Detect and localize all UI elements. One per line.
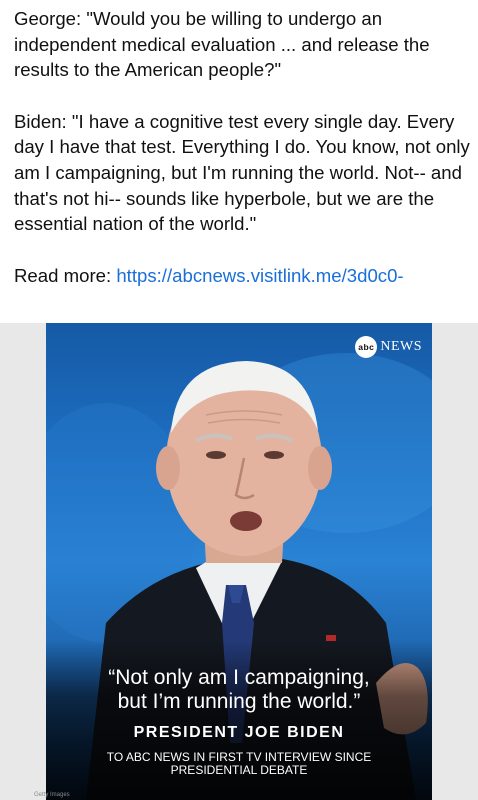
read-more-line: Read more: https://abcnews.visitlink.me/…	[14, 263, 470, 289]
context-line-2: PRESIDENTIAL DEBATE	[170, 763, 308, 777]
post-body: George: "Would you be willing to undergo…	[14, 6, 470, 288]
abc-news-wordmark: NEWS	[380, 339, 422, 354]
read-more-label: Read more:	[14, 264, 112, 286]
abc-badge-icon: abc	[355, 336, 378, 358]
news-photo[interactable]: abc NEWS “Not only am I campaigning, but…	[46, 323, 432, 800]
speaker-name: PRESIDENT JOE BIDEN	[133, 724, 345, 741]
quote-line-2: but I’m running the world.”	[117, 690, 361, 713]
photo-credit: Getty Images	[34, 792, 70, 798]
quote-caption: “Not only am I campaigning, but I’m runn…	[46, 666, 432, 714]
post-question-text: George: "Would you be willing to undergo…	[14, 8, 430, 81]
quote-line-1: “Not only am I campaigning,	[108, 666, 370, 689]
post-image-container[interactable]: abc NEWS “Not only am I campaigning, but…	[0, 323, 478, 800]
read-more-link[interactable]: https://abcnews.visitlink.me/3d0c0-	[116, 265, 403, 286]
interview-context: TO ABC NEWS IN FIRST TV INTERVIEW SINCE …	[46, 751, 432, 777]
post-answer-text: Biden: "I have a cognitive test every si…	[14, 110, 470, 235]
abc-news-logo: abc NEWS	[355, 336, 422, 358]
